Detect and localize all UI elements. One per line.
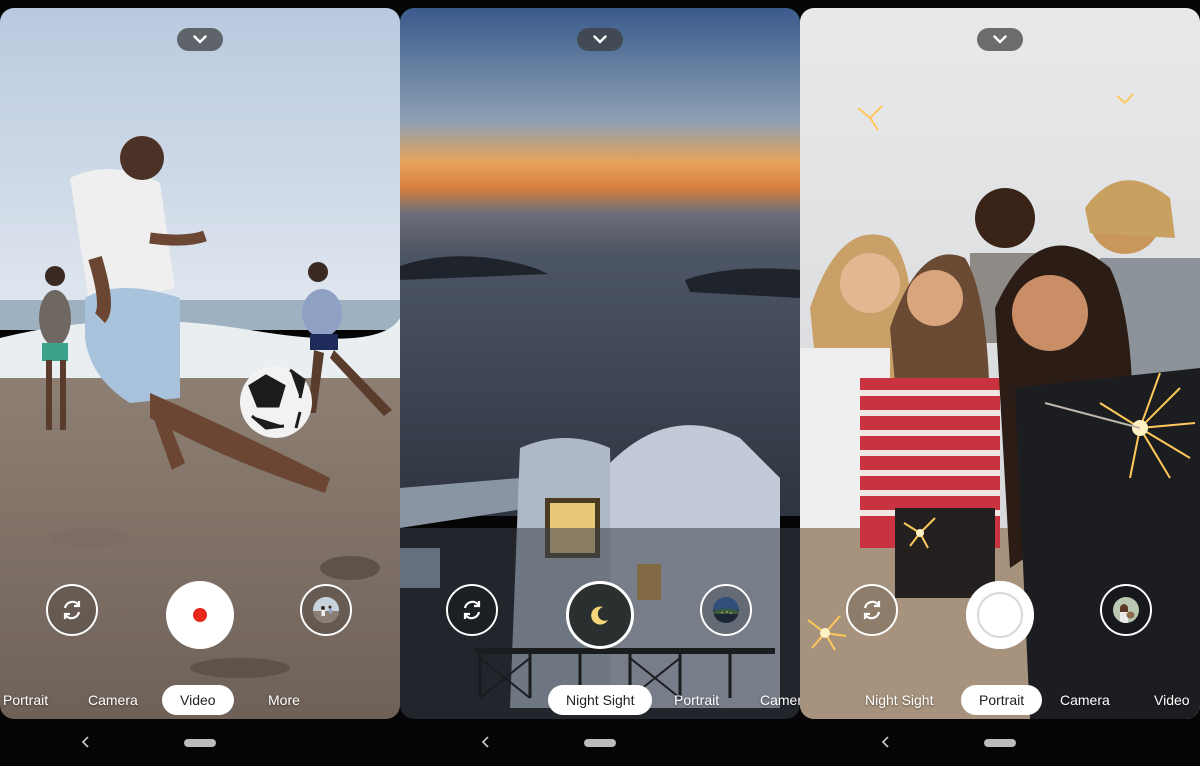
mode-tab-camera[interactable]: Camera: [88, 685, 138, 715]
back-icon[interactable]: [480, 735, 492, 749]
mode-tab-portrait[interactable]: Portrait: [674, 685, 719, 715]
gallery-thumbnail[interactable]: [1100, 584, 1152, 636]
record-button[interactable]: [166, 581, 234, 649]
system-nav-bar: [800, 719, 1200, 766]
mode-tab-more[interactable]: More: [268, 685, 300, 715]
home-pill[interactable]: [184, 739, 216, 747]
chevron-down-icon: [193, 35, 207, 44]
gallery-preview-image: [313, 597, 339, 623]
mode-selector: Portrait Camera Video More: [0, 685, 400, 715]
mode-tab-night-sight[interactable]: Night Sight: [865, 685, 933, 715]
back-icon[interactable]: [880, 735, 892, 749]
chevron-down-icon: [593, 35, 607, 44]
collapse-handle[interactable]: [177, 28, 223, 51]
home-pill[interactable]: [584, 739, 616, 747]
mode-selector: Night Sight Portrait Camera: [400, 685, 800, 715]
mode-tab-video[interactable]: Video: [162, 685, 234, 715]
switch-camera-button[interactable]: [846, 584, 898, 636]
chevron-down-icon: [993, 35, 1007, 44]
viewfinder: Night Sight Portrait Camera Video: [800, 8, 1200, 719]
camera-switch-icon: [863, 600, 881, 620]
viewfinder: Night Sight Portrait Camera: [400, 8, 800, 719]
phone-screen-portrait: Night Sight Portrait Camera Video: [800, 0, 1200, 766]
back-icon[interactable]: [80, 735, 92, 749]
mode-tab-portrait[interactable]: Portrait: [3, 685, 48, 715]
collapse-handle[interactable]: [977, 28, 1023, 51]
system-nav-bar: [400, 719, 800, 766]
switch-camera-button[interactable]: [46, 584, 98, 636]
camera-switch-icon: [63, 600, 81, 620]
mode-tab-night-sight[interactable]: Night Sight: [548, 685, 653, 715]
phone-screen-video: Portrait Camera Video More: [0, 0, 400, 766]
home-pill[interactable]: [984, 739, 1016, 747]
shutter-ring: [977, 592, 1023, 638]
mode-selector: Night Sight Portrait Camera Video: [800, 685, 1200, 715]
phone-screen-night-sight: Night Sight Portrait Camera: [400, 0, 800, 766]
system-nav-bar: [0, 719, 400, 766]
gallery-preview-image: [1113, 597, 1139, 623]
gallery-thumbnail[interactable]: [300, 584, 352, 636]
mode-tab-video[interactable]: Video: [1154, 685, 1190, 715]
mode-tab-camera[interactable]: Camera: [760, 685, 800, 715]
collapse-handle[interactable]: [577, 28, 623, 51]
night-sight-shutter[interactable]: [566, 581, 634, 649]
switch-camera-button[interactable]: [446, 584, 498, 636]
mode-tab-camera[interactable]: Camera: [1060, 685, 1110, 715]
photo-shutter[interactable]: [966, 581, 1034, 649]
viewfinder: Portrait Camera Video More: [0, 8, 400, 719]
moon-icon: [591, 606, 608, 625]
gallery-thumbnail[interactable]: [700, 584, 752, 636]
record-dot: [193, 608, 207, 622]
mode-tab-portrait[interactable]: Portrait: [961, 685, 1043, 715]
camera-switch-icon: [463, 600, 481, 620]
gallery-preview-image: [713, 597, 739, 623]
